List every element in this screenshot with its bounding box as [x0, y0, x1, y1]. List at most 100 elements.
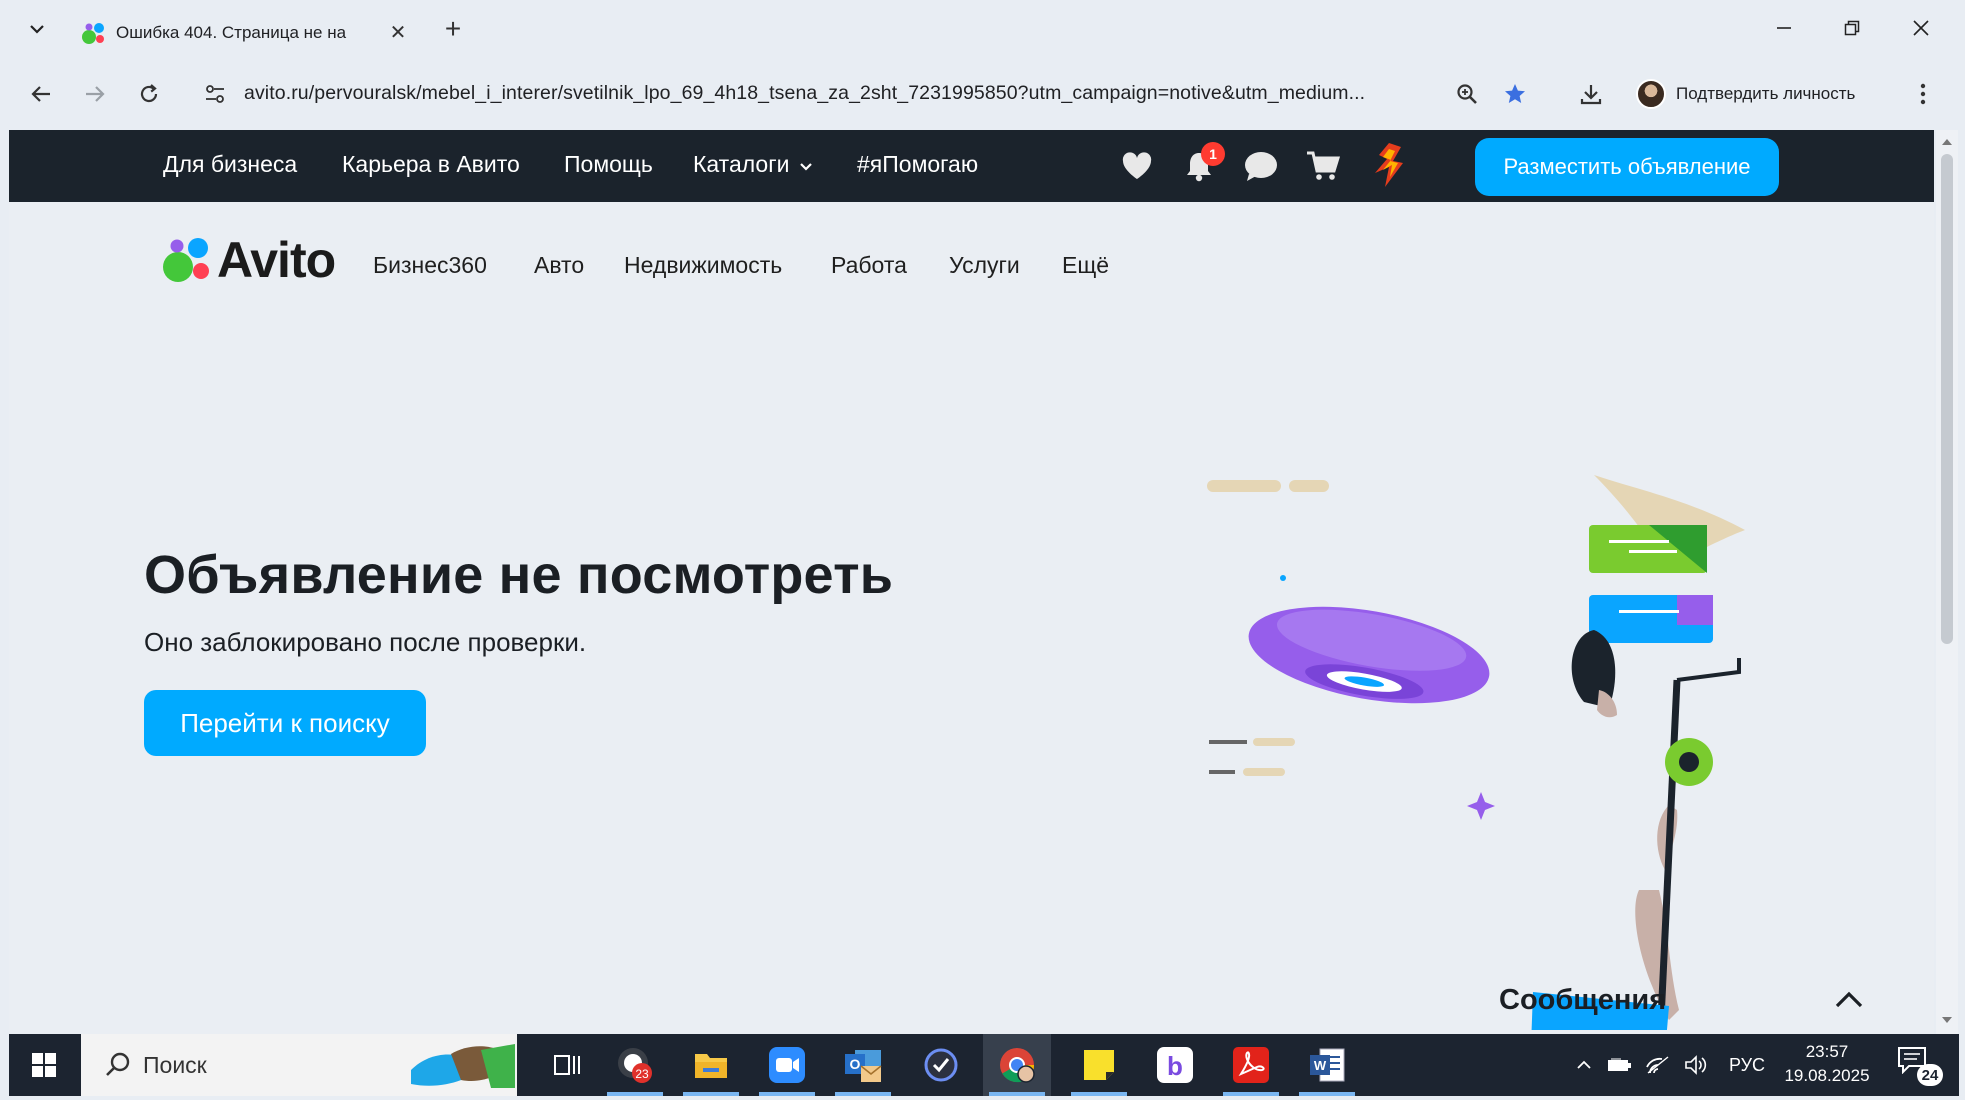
- mail-app-icon: O: [845, 1050, 882, 1082]
- forward-button[interactable]: [76, 75, 114, 113]
- nav-link-business[interactable]: Для бизнеса: [163, 151, 297, 178]
- taskbar-app-acrobat[interactable]: [1217, 1034, 1285, 1096]
- page-viewport: Для бизнеса Карьера в Авито Помощь Катал…: [9, 130, 1934, 1034]
- search-icon: [106, 1052, 130, 1076]
- url-text[interactable]: avito.ru/pervouralsk/mebel_i_interer/sve…: [244, 82, 1444, 105]
- taskbar-app-file-explorer[interactable]: [677, 1034, 745, 1096]
- cart-button[interactable]: [1303, 146, 1343, 186]
- profile-label: Подтвердить личность: [1676, 84, 1856, 103]
- volume-control[interactable]: [1679, 1034, 1713, 1096]
- error-description: Оно заблокировано после проверки.: [144, 627, 587, 657]
- browser-menu-button[interactable]: [1908, 75, 1938, 113]
- chevron-down-icon: [30, 25, 44, 34]
- nav-link-catalogs-label: Каталоги: [693, 151, 790, 177]
- avatar: [1636, 79, 1666, 109]
- scroll-down-icon[interactable]: [1941, 1014, 1953, 1026]
- close-window-button[interactable]: [1897, 10, 1945, 46]
- avito-logo[interactable]: Avito: [161, 230, 336, 290]
- search-highlight-image: [411, 1044, 515, 1088]
- page-scrollbar[interactable]: [1936, 130, 1958, 1034]
- system-clock[interactable]: 23:57 19.08.2025: [1779, 1040, 1875, 1088]
- nav-link-i-help[interactable]: #яПомогаю: [857, 151, 978, 178]
- profile-button[interactable]: Подтвердить личность: [1636, 72, 1855, 116]
- user-avatar[interactable]: [1365, 141, 1415, 191]
- taskbar-app-zoom[interactable]: [753, 1034, 821, 1096]
- messages-panel-title: Сообщения: [1499, 984, 1667, 1016]
- tray-overflow-button[interactable]: [1569, 1034, 1599, 1096]
- arrow-left-icon: [31, 86, 50, 102]
- downloads-button[interactable]: [1572, 75, 1610, 113]
- bookmark-button[interactable]: [1496, 75, 1534, 113]
- network-status[interactable]: [1641, 1034, 1675, 1096]
- sticky-note-icon: [1084, 1050, 1114, 1080]
- favorites-button[interactable]: [1117, 146, 1157, 186]
- tab-close-icon[interactable]: ✕: [384, 18, 412, 46]
- restore-button[interactable]: [1828, 10, 1876, 46]
- heart-icon: [1122, 152, 1152, 179]
- wifi-icon: [1646, 1056, 1669, 1074]
- category-business360[interactable]: Бизнес360: [373, 252, 487, 279]
- ufo-illustration: [1207, 475, 1745, 1030]
- category-more[interactable]: Ещё: [1062, 252, 1109, 279]
- reload-icon: [140, 84, 158, 103]
- notifications-button[interactable]: 1: [1179, 142, 1225, 186]
- svg-text:23: 23: [635, 1067, 649, 1081]
- windows-logo-icon: [32, 1053, 56, 1077]
- taskbar-search-box[interactable]: Поиск: [81, 1034, 517, 1096]
- checkmark-circle-icon: [924, 1048, 958, 1082]
- taskbar-app-sticky-notes[interactable]: [1065, 1034, 1133, 1096]
- browser-tab-active[interactable]: Ошибка 404. Страница не на ✕: [66, 6, 420, 58]
- speaker-icon: [1685, 1055, 1707, 1075]
- chevron-up-icon: [1835, 991, 1863, 1008]
- restore-icon: [1844, 20, 1860, 36]
- address-bar[interactable]: avito.ru/pervouralsk/mebel_i_interer/sve…: [192, 72, 1452, 116]
- category-real-estate[interactable]: Недвижимость: [624, 252, 782, 279]
- clock-date: 19.08.2025: [1784, 1066, 1870, 1085]
- taskbar-app-outlook[interactable]: O: [829, 1034, 897, 1096]
- scrollbar-thumb[interactable]: [1941, 154, 1953, 644]
- avito-logo-mark: [163, 238, 209, 282]
- svg-text:b: b: [1167, 1051, 1183, 1081]
- minimize-icon: [1777, 27, 1791, 29]
- category-auto[interactable]: Авто: [534, 252, 584, 279]
- category-services[interactable]: Услуги: [949, 252, 1020, 279]
- nav-link-catalogs[interactable]: Каталоги: [693, 151, 813, 178]
- post-ad-button[interactable]: Разместить объявление: [1475, 138, 1779, 196]
- messages-panel[interactable]: Сообщения: [1499, 970, 1869, 1034]
- arrow-right-icon: [86, 86, 105, 102]
- nav-link-help[interactable]: Помощь: [564, 151, 653, 178]
- messages-button[interactable]: [1241, 146, 1281, 186]
- site-settings-icon[interactable]: [202, 81, 228, 107]
- svg-text:O: O: [850, 1056, 861, 1072]
- notification-center-button[interactable]: 24: [1897, 1046, 1943, 1086]
- scroll-up-icon[interactable]: [1941, 136, 1953, 148]
- b-app-icon: b: [1157, 1047, 1193, 1083]
- taskbar-app-chrome[interactable]: [983, 1034, 1051, 1096]
- pdf-icon: [1233, 1047, 1269, 1083]
- minimize-button[interactable]: [1760, 10, 1808, 46]
- nav-link-career[interactable]: Карьера в Авито: [342, 151, 520, 178]
- taskbar-app-word[interactable]: W: [1293, 1034, 1361, 1096]
- input-language[interactable]: РУС: [1719, 1034, 1775, 1096]
- cart-icon: [1307, 151, 1341, 180]
- star-icon: [1505, 84, 1525, 103]
- taskbar-app-tasks[interactable]: [907, 1034, 975, 1096]
- chevron-down-icon: [800, 163, 812, 171]
- category-jobs[interactable]: Работа: [831, 252, 907, 279]
- start-button[interactable]: [9, 1034, 79, 1096]
- error-headline: Объявление не посмотреть: [144, 545, 894, 605]
- word-icon: W: [1310, 1048, 1345, 1082]
- back-button[interactable]: [22, 75, 60, 113]
- task-view-button[interactable]: [533, 1034, 601, 1096]
- tab-search-dropdown[interactable]: [22, 16, 52, 42]
- taskbar-app-messenger[interactable]: 23: [601, 1034, 669, 1096]
- battery-status[interactable]: [1603, 1034, 1637, 1096]
- taskbar-app-b[interactable]: b: [1141, 1034, 1209, 1096]
- go-to-search-button[interactable]: Перейти к поиску: [144, 690, 426, 756]
- reload-button[interactable]: [130, 75, 168, 113]
- zoom-button[interactable]: [1448, 75, 1486, 113]
- expand-messages-button[interactable]: [1829, 980, 1869, 1020]
- browser-tab-bar: Ошибка 404. Страница не на ✕ +: [0, 0, 1965, 58]
- messenger-app-icon: 23: [618, 1048, 652, 1083]
- new-tab-button[interactable]: +: [436, 12, 470, 46]
